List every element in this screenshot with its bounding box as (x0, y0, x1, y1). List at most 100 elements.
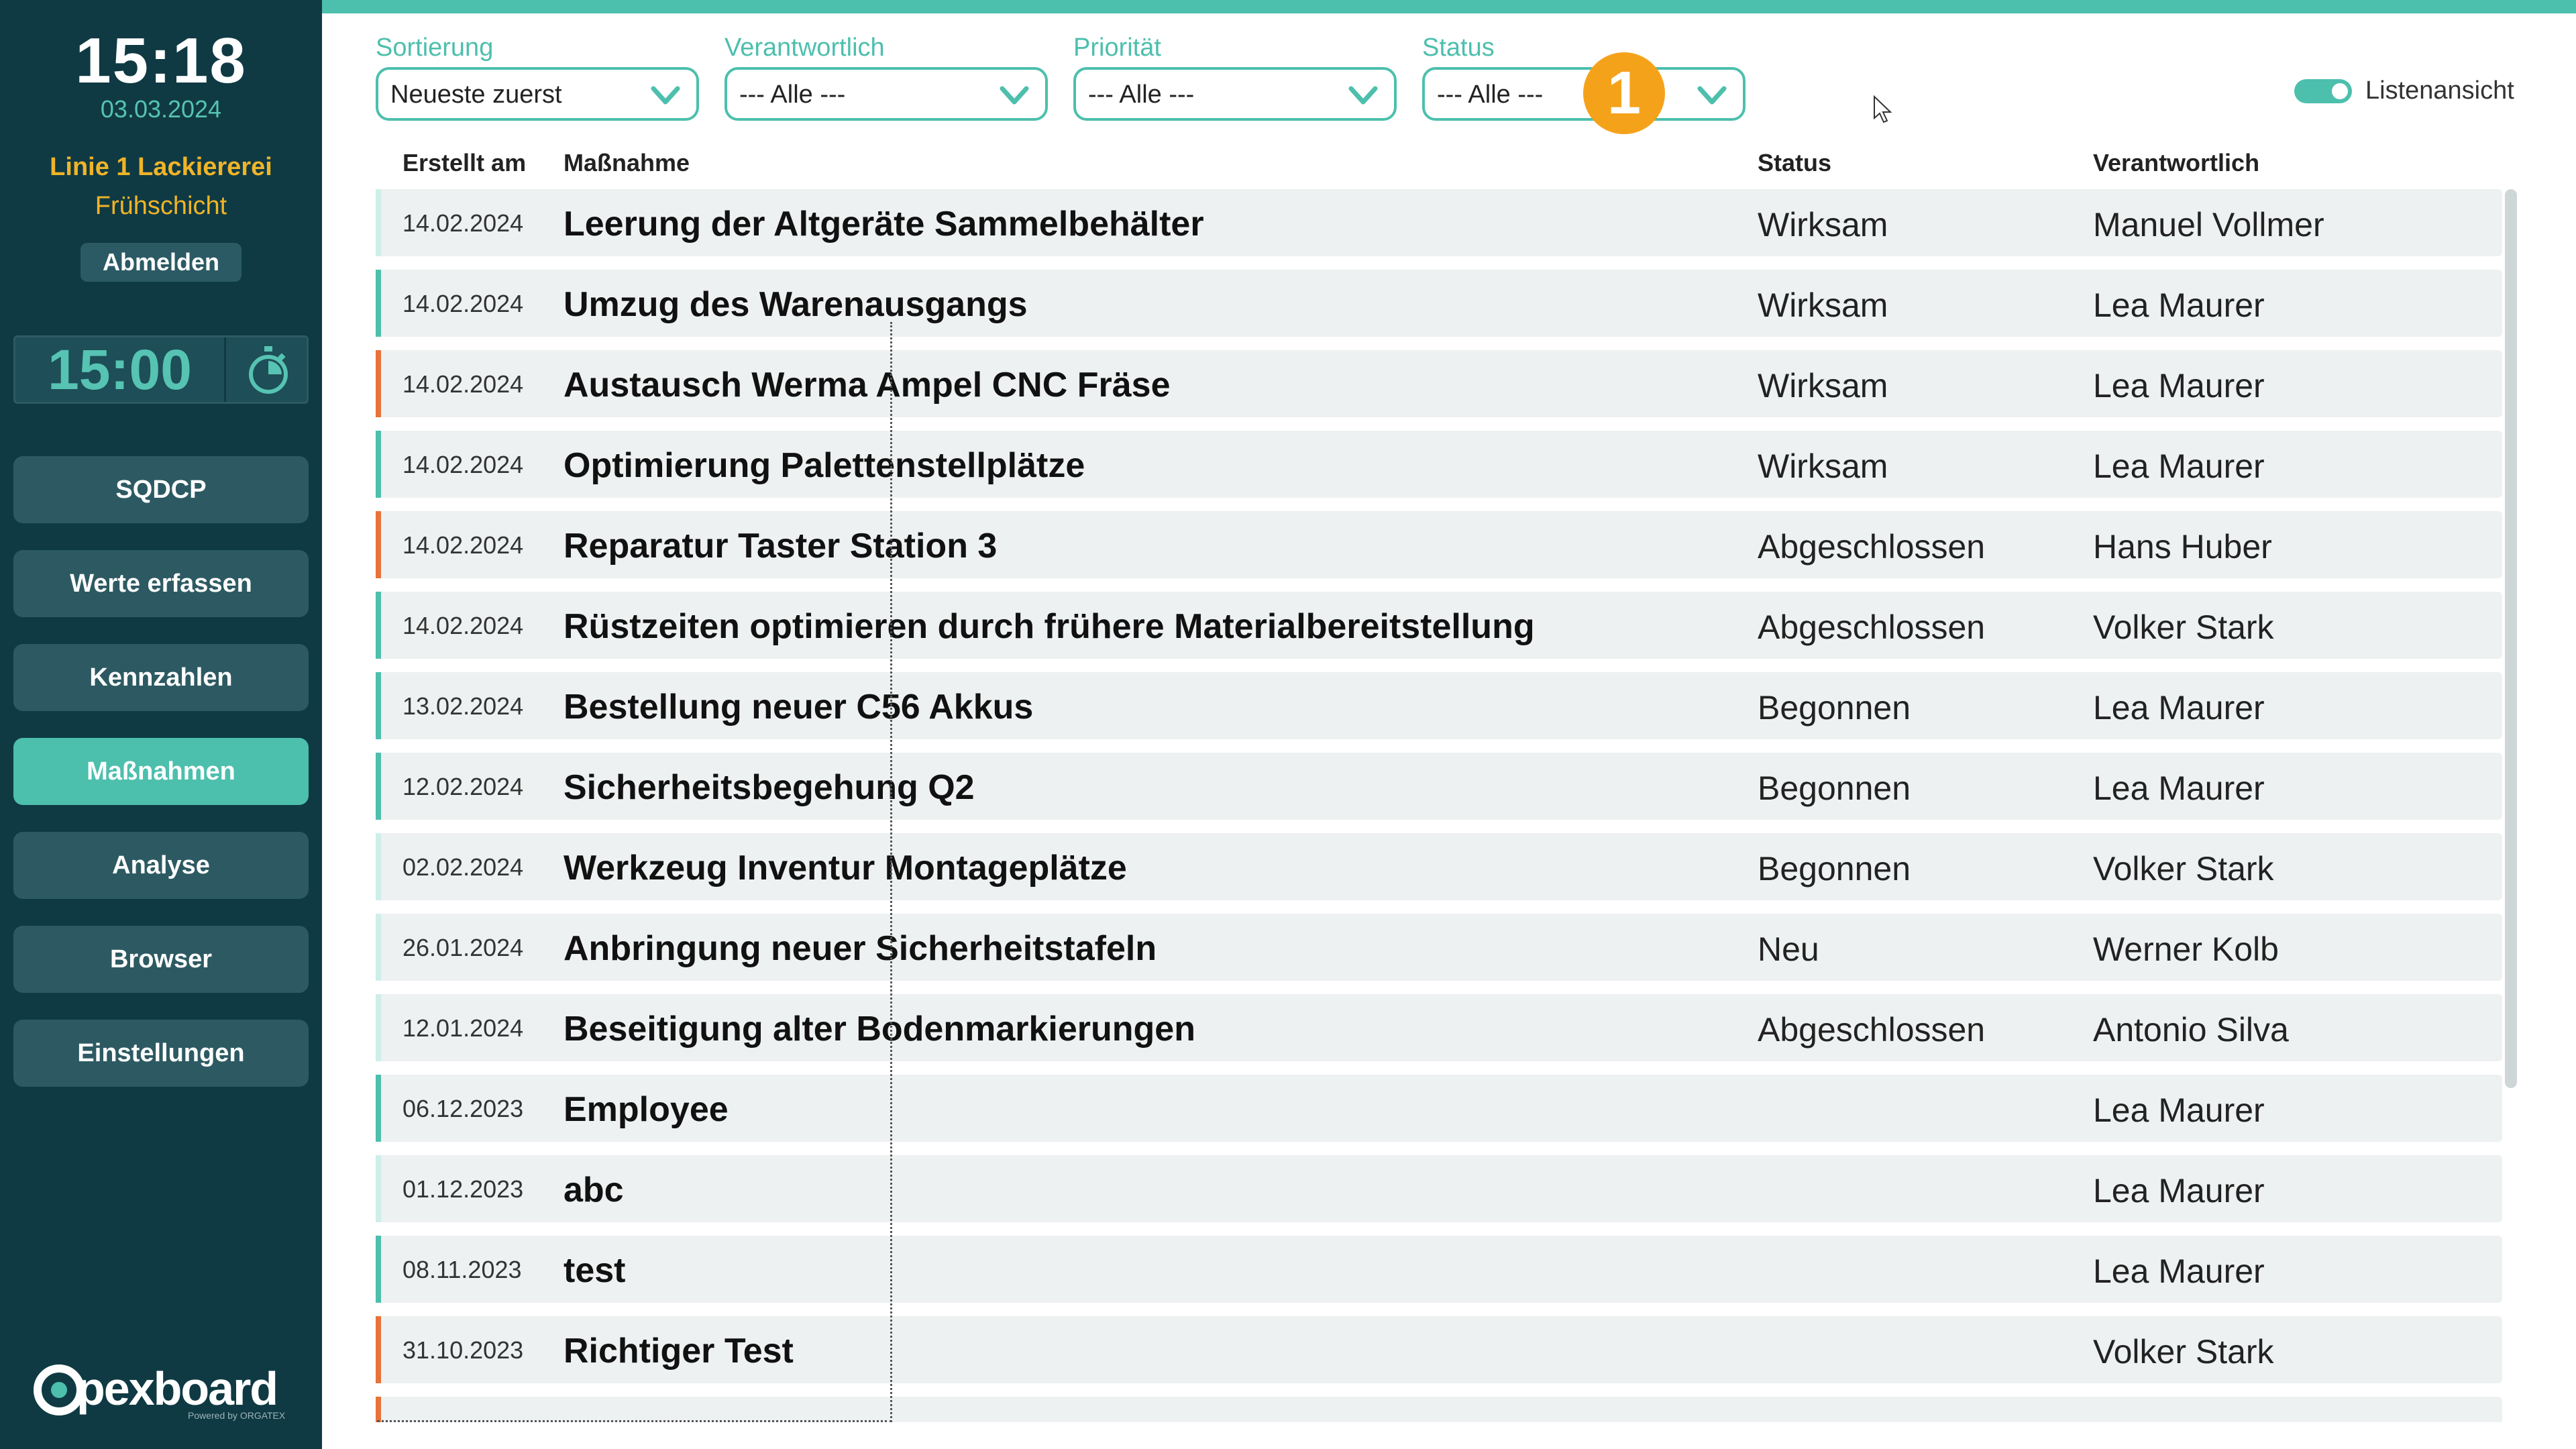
row-title: abc (564, 1171, 624, 1210)
chevron-down-icon (1697, 86, 1727, 105)
toggle-knob (2332, 83, 2348, 99)
table-row[interactable]: 14.02.2024 Optimierung Palettenstellplätz… (376, 431, 2502, 498)
row-responsible: Lea Maurer (2093, 1091, 2265, 1129)
shift-label: Frühschicht (95, 192, 227, 220)
chevron-down-icon (1000, 86, 1029, 105)
row-responsible: Antonio Silva (2093, 1011, 2289, 1049)
priority-select[interactable]: --- Alle --- (1073, 67, 1397, 121)
priority-indicator (376, 431, 381, 498)
row-responsible: Lea Maurer (2093, 1252, 2265, 1290)
column-header-created[interactable]: Erstellt am (402, 149, 526, 177)
nav-massnahmen[interactable]: Maßnahmen (13, 738, 309, 805)
row-date: 14.02.2024 (402, 290, 524, 317)
row-responsible: Lea Maurer (2093, 367, 2265, 405)
row-date: 14.02.2024 (402, 531, 524, 559)
filter-label-responsible: Verantwortlich (724, 34, 885, 62)
filter-label-priority: Priorität (1073, 34, 1161, 62)
responsible-select[interactable]: --- Alle --- (724, 67, 1048, 121)
table-row[interactable]: 08.11.2023 test Lea Maurer (376, 1236, 2502, 1303)
row-title: Employee (564, 1090, 729, 1129)
row-date: 14.02.2024 (402, 370, 524, 398)
nav-einstellungen[interactable]: Einstellungen (13, 1020, 309, 1087)
priority-indicator (376, 1075, 381, 1142)
row-date: 12.01.2024 (402, 1014, 524, 1042)
table-row[interactable]: 06.12.2023 Employee Lea Maurer (376, 1075, 2502, 1142)
table-row[interactable]: 14.02.2024 Austausch Werma Ampel CNC Fräs… (376, 350, 2502, 417)
chevron-down-icon (1348, 86, 1378, 105)
priority-indicator (376, 994, 381, 1061)
row-title: Anbringung neuer Sicherheitstafeln (564, 929, 1157, 968)
nav-kennzahlen[interactable]: Kennzahlen (13, 644, 309, 711)
table-row[interactable]: 12.01.2024 Beseitigung alter Bodenmarkier… (376, 994, 2502, 1061)
list-view-toggle[interactable] (2294, 79, 2352, 103)
priority-indicator (376, 914, 381, 981)
timer-value: 15:00 (15, 337, 226, 402)
sort-select[interactable]: Neueste zuerst (376, 67, 699, 121)
stopwatch-icon[interactable] (230, 337, 307, 402)
row-title: Sicherheitsbegehung Q2 (564, 768, 975, 807)
chevron-down-icon (651, 86, 680, 105)
row-responsible: Volker Stark (2093, 850, 2274, 888)
row-responsible: Hans Huber (2093, 528, 2272, 566)
logo-subtitle: Powered by ORGATEX (188, 1410, 286, 1421)
row-date: 26.01.2024 (402, 934, 524, 961)
status-select-value: --- Alle --- (1437, 80, 1544, 109)
nav-werte-erfassen[interactable]: Werte erfassen (13, 550, 309, 617)
row-date: 02.02.2024 (402, 853, 524, 881)
row-responsible: Volker Stark (2093, 608, 2274, 646)
priority-indicator (376, 270, 381, 337)
table-row[interactable]: 13.02.2024 Bestellung neuer C56 Akkus Bego… (376, 672, 2502, 739)
priority-indicator (376, 1236, 381, 1303)
table-row[interactable]: 14.02.2024 Leerung der Altgeräte Sammelbe… (376, 189, 2502, 256)
priority-indicator (376, 592, 381, 659)
row-responsible: Lea Maurer (2093, 1172, 2265, 1210)
row-title: Richtiger Test (564, 1332, 794, 1371)
table-row[interactable]: 31.10.2023 Richtiger Test Volker Stark (376, 1316, 2502, 1383)
row-date: 13.02.2024 (402, 692, 524, 720)
column-header-measure[interactable]: Maßnahme (564, 149, 690, 177)
row-status: Wirksam (1758, 206, 1888, 244)
row-status: Wirksam (1758, 447, 1888, 485)
row-status: Neu (1758, 930, 1819, 968)
row-status: Wirksam (1758, 367, 1888, 405)
table-row[interactable]: 02.02.2024 Werkzeug Inventur Montageplätz… (376, 833, 2502, 900)
priority-indicator (376, 753, 381, 820)
priority-indicator (376, 833, 381, 900)
mouse-cursor-icon (1874, 95, 1892, 123)
sidebar: 15:18 03.03.2024 Linie 1 Lackiererei Frü… (0, 0, 322, 1449)
logout-button[interactable]: Abmelden (80, 243, 241, 282)
column-header-status[interactable]: Status (1758, 149, 1831, 177)
row-title: Austausch Werma Ampel CNC Fräse (564, 366, 1171, 405)
row-responsible: Werner Kolb (2093, 930, 2279, 968)
row-date: 14.02.2024 (402, 612, 524, 639)
row-title: Reparatur Taster Station 3 (564, 527, 998, 566)
nav-browser[interactable]: Browser (13, 926, 309, 993)
row-date: 08.11.2023 (402, 1256, 522, 1283)
column-header-responsible[interactable]: Verantwortlich (2093, 149, 2259, 177)
table-row[interactable]: 12.02.2024 Sicherheitsbegehung Q2 Begonnen… (376, 753, 2502, 820)
row-responsible: Manuel Vollmer (2093, 206, 2324, 244)
app-logo: pexboard Powered by ORGATEX (34, 1362, 295, 1422)
table-row[interactable]: 26.01.2024 Anbringung neuer Sicherheitsta… (376, 914, 2502, 981)
row-responsible: Lea Maurer (2093, 769, 2265, 807)
row-status: Begonnen (1758, 850, 1911, 888)
priority-indicator (376, 1155, 381, 1222)
table-row[interactable]: 14.02.2024 Rüstzeiten optimieren durch fr… (376, 592, 2502, 659)
scrollbar[interactable] (2505, 189, 2517, 1088)
row-status: Abgeschlossen (1758, 528, 1986, 566)
responsible-select-value: --- Alle --- (739, 80, 846, 109)
top-accent-bar (0, 0, 2576, 13)
row-responsible: Volker Stark (2093, 1333, 2274, 1371)
nav-sqdcp[interactable]: SQDCP (13, 456, 309, 523)
priority-indicator (376, 350, 381, 417)
meeting-timer: 15:00 (13, 335, 309, 404)
table-row[interactable]: 14.02.2024 Reparatur Taster Station 3 Abge… (376, 511, 2502, 578)
priority-indicator (376, 1316, 381, 1383)
table-row[interactable]: 14.02.2024 Umzug des Warenausgangs Wirksam… (376, 270, 2502, 337)
row-title: test (564, 1251, 626, 1290)
nav-analyse[interactable]: Analyse (13, 832, 309, 899)
table-row[interactable] (376, 1397, 2502, 1422)
row-status: Begonnen (1758, 689, 1911, 727)
row-title: Bestellung neuer C56 Akkus (564, 688, 1034, 727)
table-row[interactable]: 01.12.2023 abc Lea Maurer (376, 1155, 2502, 1222)
